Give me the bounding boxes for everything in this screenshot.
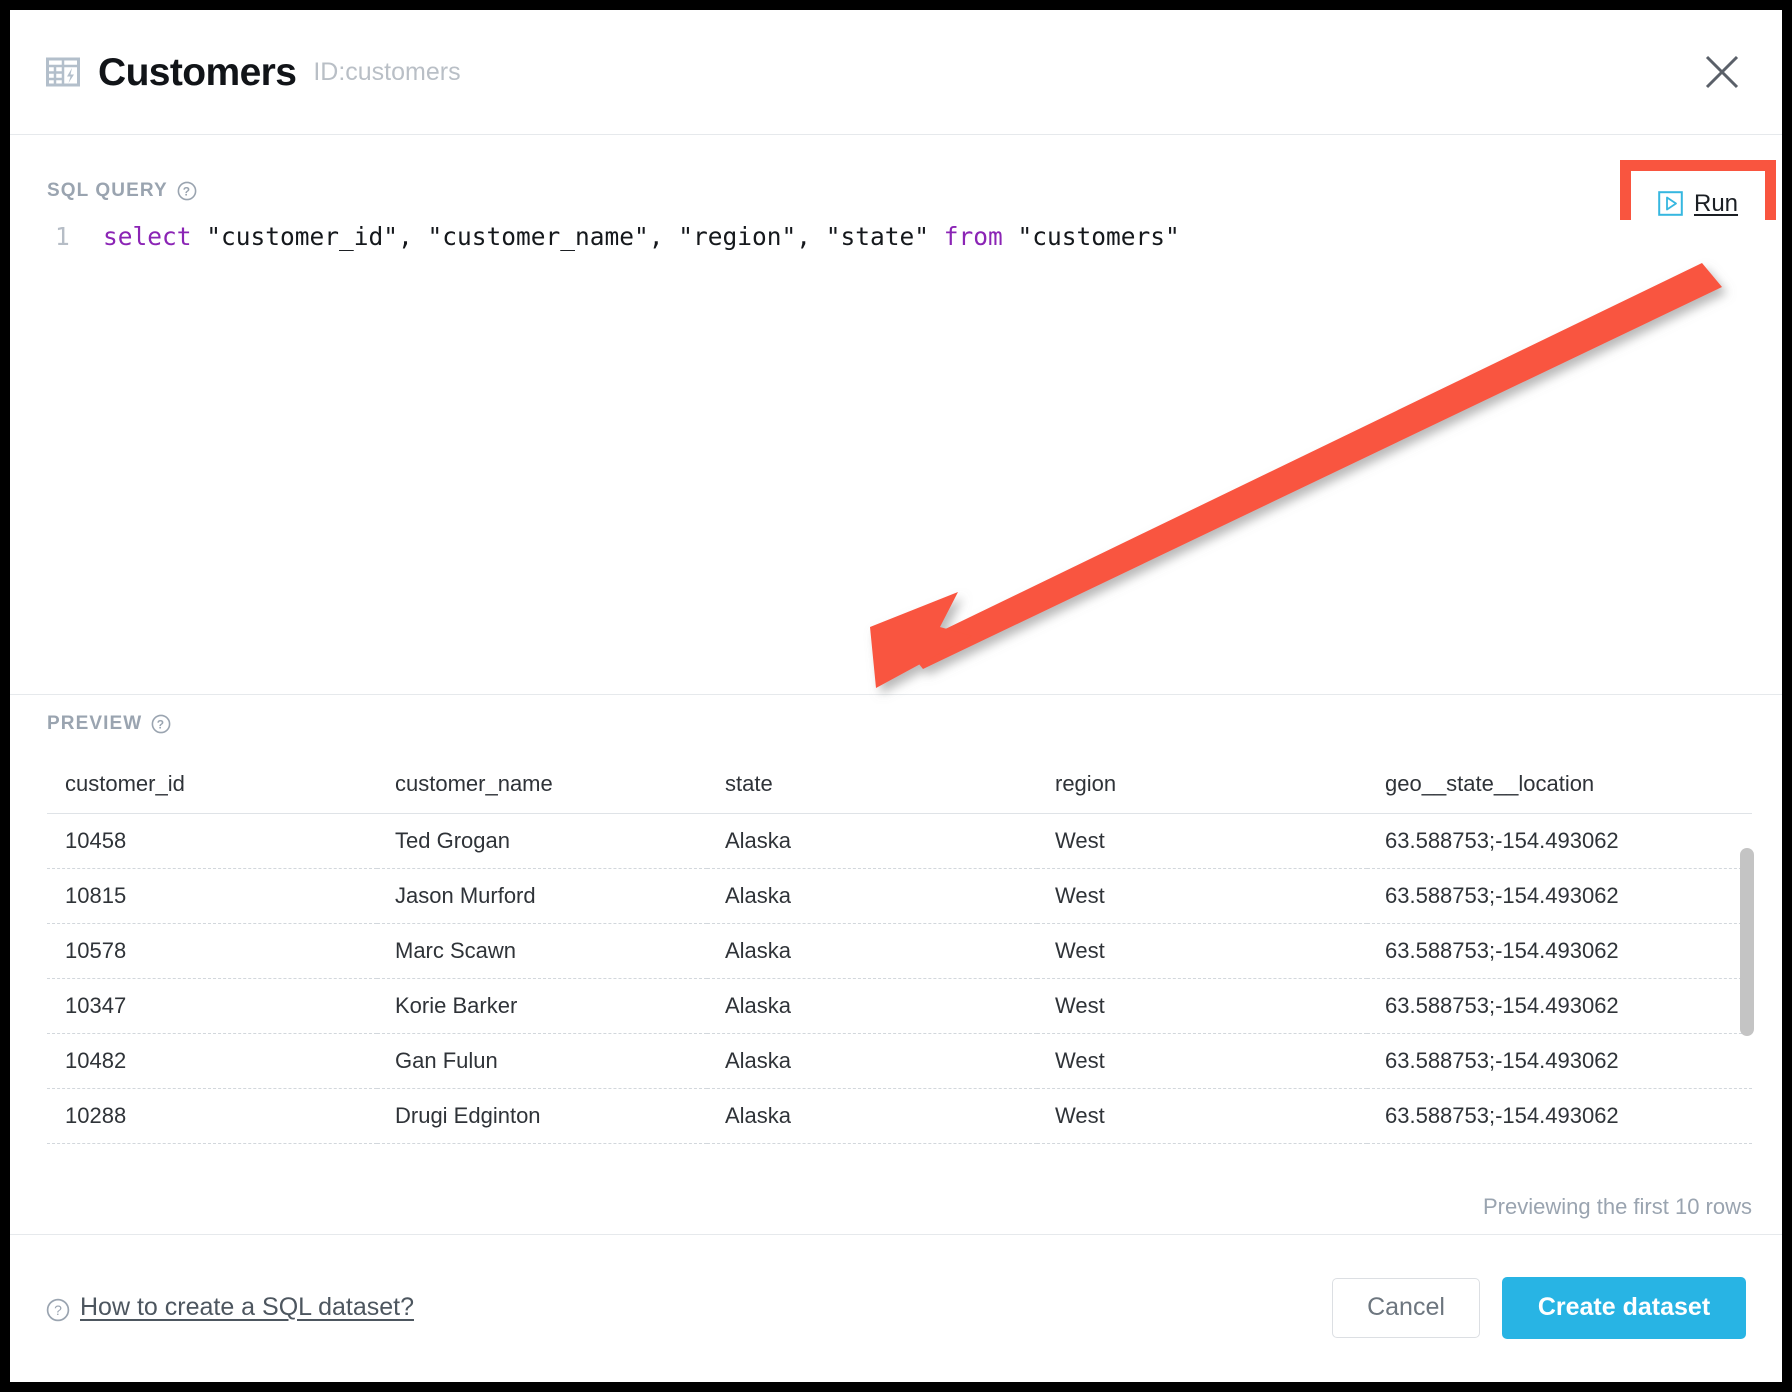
dataset-id-label: ID:customers <box>313 60 460 85</box>
cell-geo-location: 63.588753;-154.493062 <box>1367 979 1752 1034</box>
modal-header: Customers ID:customers <box>10 10 1782 135</box>
run-button-label: Run <box>1694 190 1738 218</box>
column-header-region[interactable]: region <box>1037 765 1367 814</box>
table-row: 10578 Marc Scawn Alaska West 63.588753;-… <box>47 924 1752 979</box>
cell-region: West <box>1037 1034 1367 1089</box>
cell-geo-location: 63.588753;-154.493062 <box>1367 869 1752 924</box>
preview-section: PREVIEW ? customer_id customer_name stat… <box>10 695 1782 1235</box>
line-number: 1 <box>55 220 103 254</box>
table-row: 10482 Gan Fulun Alaska West 63.588753;-1… <box>47 1034 1752 1089</box>
preview-table-head: customer_id customer_name state region g… <box>47 765 1752 814</box>
cell-region: West <box>1037 924 1367 979</box>
sql-token-table: "customers" <box>1003 222 1180 251</box>
svg-text:?: ? <box>157 718 165 732</box>
cell-state: Alaska <box>707 979 1037 1034</box>
cell-region: West <box>1037 814 1367 869</box>
cell-geo-location: 63.588753;-154.493062 <box>1367 924 1752 979</box>
cell-customer-name: Jason Murford <box>377 869 707 924</box>
sql-query-label: SQL QUERY <box>47 180 168 202</box>
help-circle-icon[interactable]: ? <box>151 714 171 734</box>
cell-customer-id: 10815 <box>47 869 377 924</box>
cell-customer-id: 10578 <box>47 924 377 979</box>
cell-state: Alaska <box>707 1034 1037 1089</box>
help-circle-icon[interactable]: ? <box>177 181 197 201</box>
cell-customer-id: 10288 <box>47 1089 377 1144</box>
sql-editor-code: select "customer_id", "customer_name", "… <box>103 220 1180 254</box>
sql-token-keyword-from: from <box>944 222 1003 251</box>
svg-text:?: ? <box>54 1302 62 1318</box>
footer-actions: Cancel Create dataset <box>1332 1277 1746 1339</box>
preview-table-body: 10458 Ted Grogan Alaska West 63.588753;-… <box>47 814 1752 1144</box>
table-row: 10458 Ted Grogan Alaska West 63.588753;-… <box>47 814 1752 869</box>
preview-footnote: Previewing the first 10 rows <box>1483 1194 1752 1220</box>
preview-label: PREVIEW <box>47 713 142 735</box>
cell-region: West <box>1037 979 1367 1034</box>
screenshot-root: Customers ID:customers SQL QUERY ? <box>0 0 1792 1392</box>
cell-region: West <box>1037 1089 1367 1144</box>
cell-customer-name: Gan Fulun <box>377 1034 707 1089</box>
play-square-icon <box>1658 191 1683 216</box>
cell-customer-id: 10347 <box>47 979 377 1034</box>
sql-dataset-icon <box>46 55 80 89</box>
cell-geo-location: 63.588753;-154.493062 <box>1367 1089 1752 1144</box>
sql-dataset-modal: Customers ID:customers SQL QUERY ? <box>10 10 1782 1382</box>
cell-state: Alaska <box>707 924 1037 979</box>
preview-label-group: PREVIEW ? <box>47 713 171 735</box>
create-dataset-button[interactable]: Create dataset <box>1502 1277 1746 1339</box>
cell-customer-id: 10482 <box>47 1034 377 1089</box>
help-link-label: How to create a SQL dataset? <box>80 1293 414 1322</box>
svg-text:?: ? <box>183 185 191 199</box>
sql-editor[interactable]: 1 select "customer_id", "customer_name",… <box>10 220 1782 694</box>
cell-customer-name: Drugi Edginton <box>377 1089 707 1144</box>
sql-token-columns: "customer_id", "customer_name", "region"… <box>192 222 944 251</box>
cancel-button[interactable]: Cancel <box>1332 1278 1480 1338</box>
column-header-geo-location[interactable]: geo__state__location <box>1367 765 1752 814</box>
cell-geo-location: 63.588753;-154.493062 <box>1367 1034 1752 1089</box>
table-row: 10815 Jason Murford Alaska West 63.58875… <box>47 869 1752 924</box>
column-header-customer-id[interactable]: customer_id <box>47 765 377 814</box>
preview-table: customer_id customer_name state region g… <box>47 765 1752 1144</box>
sql-query-section: SQL QUERY ? Run <box>10 135 1782 695</box>
cell-geo-location: 63.588753;-154.493062 <box>1367 814 1752 869</box>
cell-customer-name: Marc Scawn <box>377 924 707 979</box>
sql-query-label-group: SQL QUERY ? <box>47 180 197 202</box>
cell-state: Alaska <box>707 1089 1037 1144</box>
cell-customer-name: Ted Grogan <box>377 814 707 869</box>
preview-table-scrollbar-thumb[interactable] <box>1740 848 1754 1036</box>
table-row: 10288 Drugi Edginton Alaska West 63.5887… <box>47 1089 1752 1144</box>
how-to-create-sql-dataset-link[interactable]: ? How to create a SQL dataset? <box>46 1293 414 1322</box>
column-header-state[interactable]: state <box>707 765 1037 814</box>
help-circle-icon: ? <box>46 1298 66 1318</box>
page-title: Customers <box>98 53 296 92</box>
table-row: 10347 Korie Barker Alaska West 63.588753… <box>47 979 1752 1034</box>
cell-region: West <box>1037 869 1367 924</box>
sql-editor-line: 1 select "customer_id", "customer_name",… <box>10 220 1782 254</box>
cell-customer-name: Korie Barker <box>377 979 707 1034</box>
table-header-row: customer_id customer_name state region g… <box>47 765 1752 814</box>
cell-state: Alaska <box>707 869 1037 924</box>
preview-table-wrap: customer_id customer_name state region g… <box>47 765 1752 1224</box>
sql-token-keyword-select: select <box>103 222 192 251</box>
cell-state: Alaska <box>707 814 1037 869</box>
column-header-customer-name[interactable]: customer_name <box>377 765 707 814</box>
cell-customer-id: 10458 <box>47 814 377 869</box>
modal-footer: ? How to create a SQL dataset? Cancel Cr… <box>10 1235 1782 1380</box>
close-icon[interactable] <box>1700 50 1744 94</box>
